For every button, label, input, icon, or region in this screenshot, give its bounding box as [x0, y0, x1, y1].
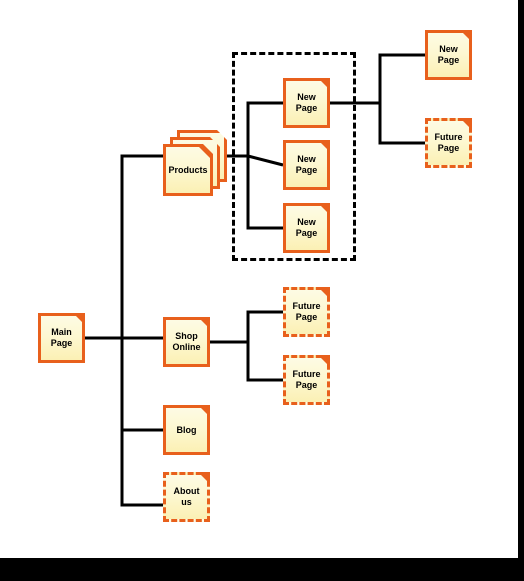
- connector-shop-to-future2: [246, 342, 283, 382]
- node-blog[interactable]: Blog: [163, 405, 210, 455]
- node-label: Blog: [176, 424, 197, 435]
- node-label: Future Page: [434, 132, 463, 153]
- connector-new1-to-future3: [378, 103, 425, 145]
- node-label: New Page: [437, 44, 460, 65]
- node-label: New Page: [295, 154, 318, 175]
- connector-main-to-products: [85, 154, 163, 340]
- stack-front-sheet: Products: [163, 144, 213, 196]
- connector-shop-to-future1: [210, 310, 283, 344]
- node-label: Future Page: [292, 369, 321, 390]
- connector-main-to-about: [120, 430, 163, 507]
- node-label: New Page: [295, 217, 318, 238]
- node-future3[interactable]: Future Page: [425, 118, 472, 168]
- node-label: Main Page: [50, 327, 73, 348]
- node-new4[interactable]: New Page: [425, 30, 472, 80]
- node-products[interactable]: Products: [163, 130, 227, 196]
- connector-main-to-blog: [120, 338, 163, 432]
- right-edge-strip: [518, 0, 524, 581]
- node-shop[interactable]: Shop Online: [163, 317, 210, 367]
- node-future2[interactable]: Future Page: [283, 355, 330, 405]
- node-label: Shop Online: [172, 331, 201, 352]
- node-new1[interactable]: New Page: [283, 78, 330, 128]
- node-label: Products: [168, 164, 208, 175]
- node-about[interactable]: About us: [163, 472, 210, 522]
- node-new3[interactable]: New Page: [283, 203, 330, 253]
- node-label: Future Page: [292, 301, 321, 322]
- node-future1[interactable]: Future Page: [283, 287, 330, 337]
- sitemap-canvas: Main Page Products Shop Online Blog About us…: [0, 0, 524, 581]
- node-label: New Page: [295, 92, 318, 113]
- node-new2[interactable]: New Page: [283, 140, 330, 190]
- bottom-black-bar: [0, 558, 524, 581]
- node-main[interactable]: Main Page: [38, 313, 85, 363]
- node-label: About us: [173, 486, 200, 507]
